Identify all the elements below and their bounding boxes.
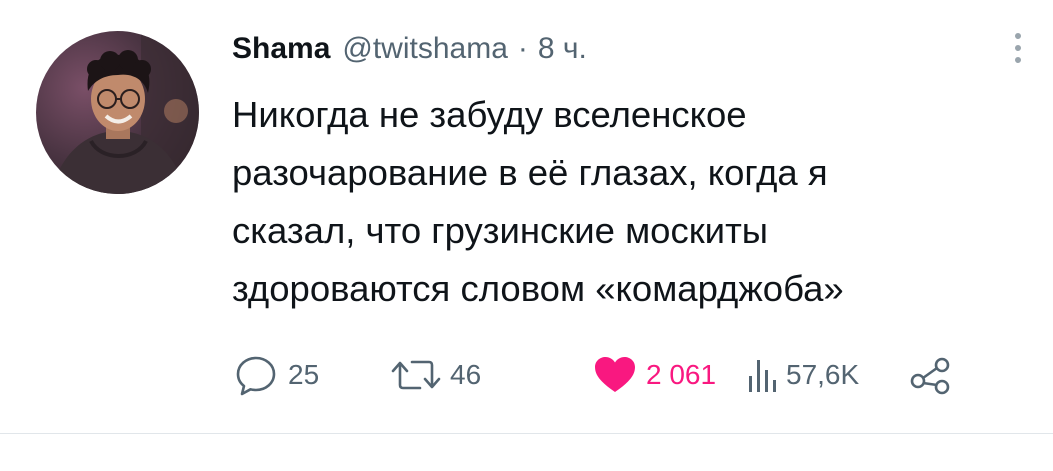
like-button[interactable]: 2 061 (592, 352, 716, 398)
tweet-time[interactable]: 8 ч. (538, 32, 587, 66)
tweet-actions: 25 46 2 061 57,6K (232, 352, 992, 398)
more-vertical-icon (1015, 33, 1021, 63)
retweet-button[interactable]: 46 (390, 352, 481, 398)
tweet[interactable]: Shama @twitshama · 8 ч. Никогда не забуд… (0, 0, 1053, 471)
like-count: 2 061 (646, 359, 717, 390)
avatar[interactable] (36, 31, 199, 194)
tweet-text-line: сказал, что грузинские москиты (232, 210, 769, 251)
tweet-text: Никогда не забуду вселенское разочарован… (232, 86, 1022, 318)
views-count: 57,6K (786, 359, 860, 390)
avatar-image (36, 31, 199, 194)
reply-icon (236, 356, 276, 396)
heart-icon (595, 357, 635, 392)
tweet-header: Shama @twitshama · 8 ч. (232, 26, 587, 72)
more-options-button[interactable] (1006, 28, 1030, 68)
retweet-count: 46 (450, 359, 482, 390)
tweet-text-line: здороваются словом «комарджоба» (232, 268, 844, 309)
author-name[interactable]: Shama (232, 32, 330, 66)
retweet-icon (391, 360, 441, 390)
share-button[interactable] (908, 352, 954, 398)
tweet-text-line: Никогда не забуду вселенское (232, 94, 747, 135)
views-button[interactable]: 57,6K (746, 352, 859, 398)
share-icon (910, 357, 950, 395)
divider (0, 433, 1053, 434)
tweet-text-line: разочарование в её глазах, когда я (232, 152, 828, 193)
reply-button[interactable]: 25 (232, 352, 319, 398)
views-icon (749, 360, 776, 392)
author-handle[interactable]: @twitshama (342, 32, 508, 66)
reply-count: 25 (288, 359, 320, 390)
separator-dot: · (517, 32, 528, 65)
